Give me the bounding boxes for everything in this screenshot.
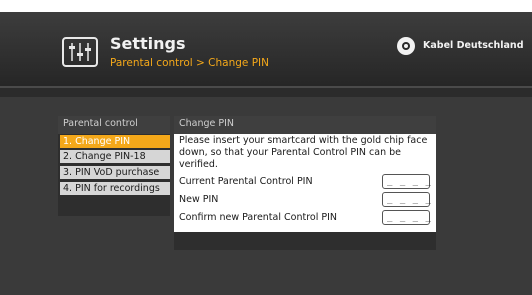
menu-item-pin-vod-purchase[interactable]: 3. PIN VoD purchase [60,166,170,179]
smartcard-instruction: Please insert your smartcard with the go… [179,135,428,170]
breadcrumb: Parental control > Change PIN [110,57,269,69]
menu-item-change-pin[interactable]: 1. Change PIN [60,135,170,148]
new-pin-row: New PIN _ _ _ _ [179,192,431,208]
menu-heading-label: Parental control [63,118,138,129]
menu-item-label: 3. PIN VoD purchase [63,167,160,178]
menu-item-change-pin-18[interactable]: 2. Change PIN-18 [60,150,170,163]
kabel-deutschland-logo-icon [397,37,415,55]
confirm-pin-input[interactable]: _ _ _ _ [382,210,432,225]
new-pin-label: New PIN [179,194,219,205]
current-pin-label: Current Parental Control PIN [179,176,313,187]
menu-heading: Parental control [58,116,170,134]
new-pin-value: _ _ _ _ [387,195,432,205]
menu-item-label: 2. Change PIN-18 [63,151,146,162]
new-pin-input[interactable]: _ _ _ _ [382,192,432,207]
confirm-pin-row: Confirm new Parental Control PIN _ _ _ _ [179,210,431,226]
settings-sliders-icon [62,37,98,67]
confirm-pin-value: _ _ _ _ [387,213,432,223]
current-pin-input[interactable]: _ _ _ _ [382,174,432,189]
menu-item-label: 1. Change PIN [63,136,131,147]
brand-name: Kabel Deutschland [423,40,524,51]
change-pin-form: Please insert your smartcard with the go… [174,134,436,232]
tv-screen: Settings Parental control > Change PIN K… [0,0,532,295]
menu-item-label: 4. PIN for recordings [63,183,160,194]
current-pin-row: Current Parental Control PIN _ _ _ _ [179,174,431,190]
content-heading: Change PIN [174,116,436,134]
confirm-pin-label: Confirm new Parental Control PIN [179,212,338,223]
page-title: Settings [110,34,186,53]
content-heading-label: Change PIN [179,118,235,129]
current-pin-value: _ _ _ _ [387,177,432,187]
header-divider [0,86,532,88]
menu-item-pin-for-recordings[interactable]: 4. PIN for recordings [60,182,170,195]
